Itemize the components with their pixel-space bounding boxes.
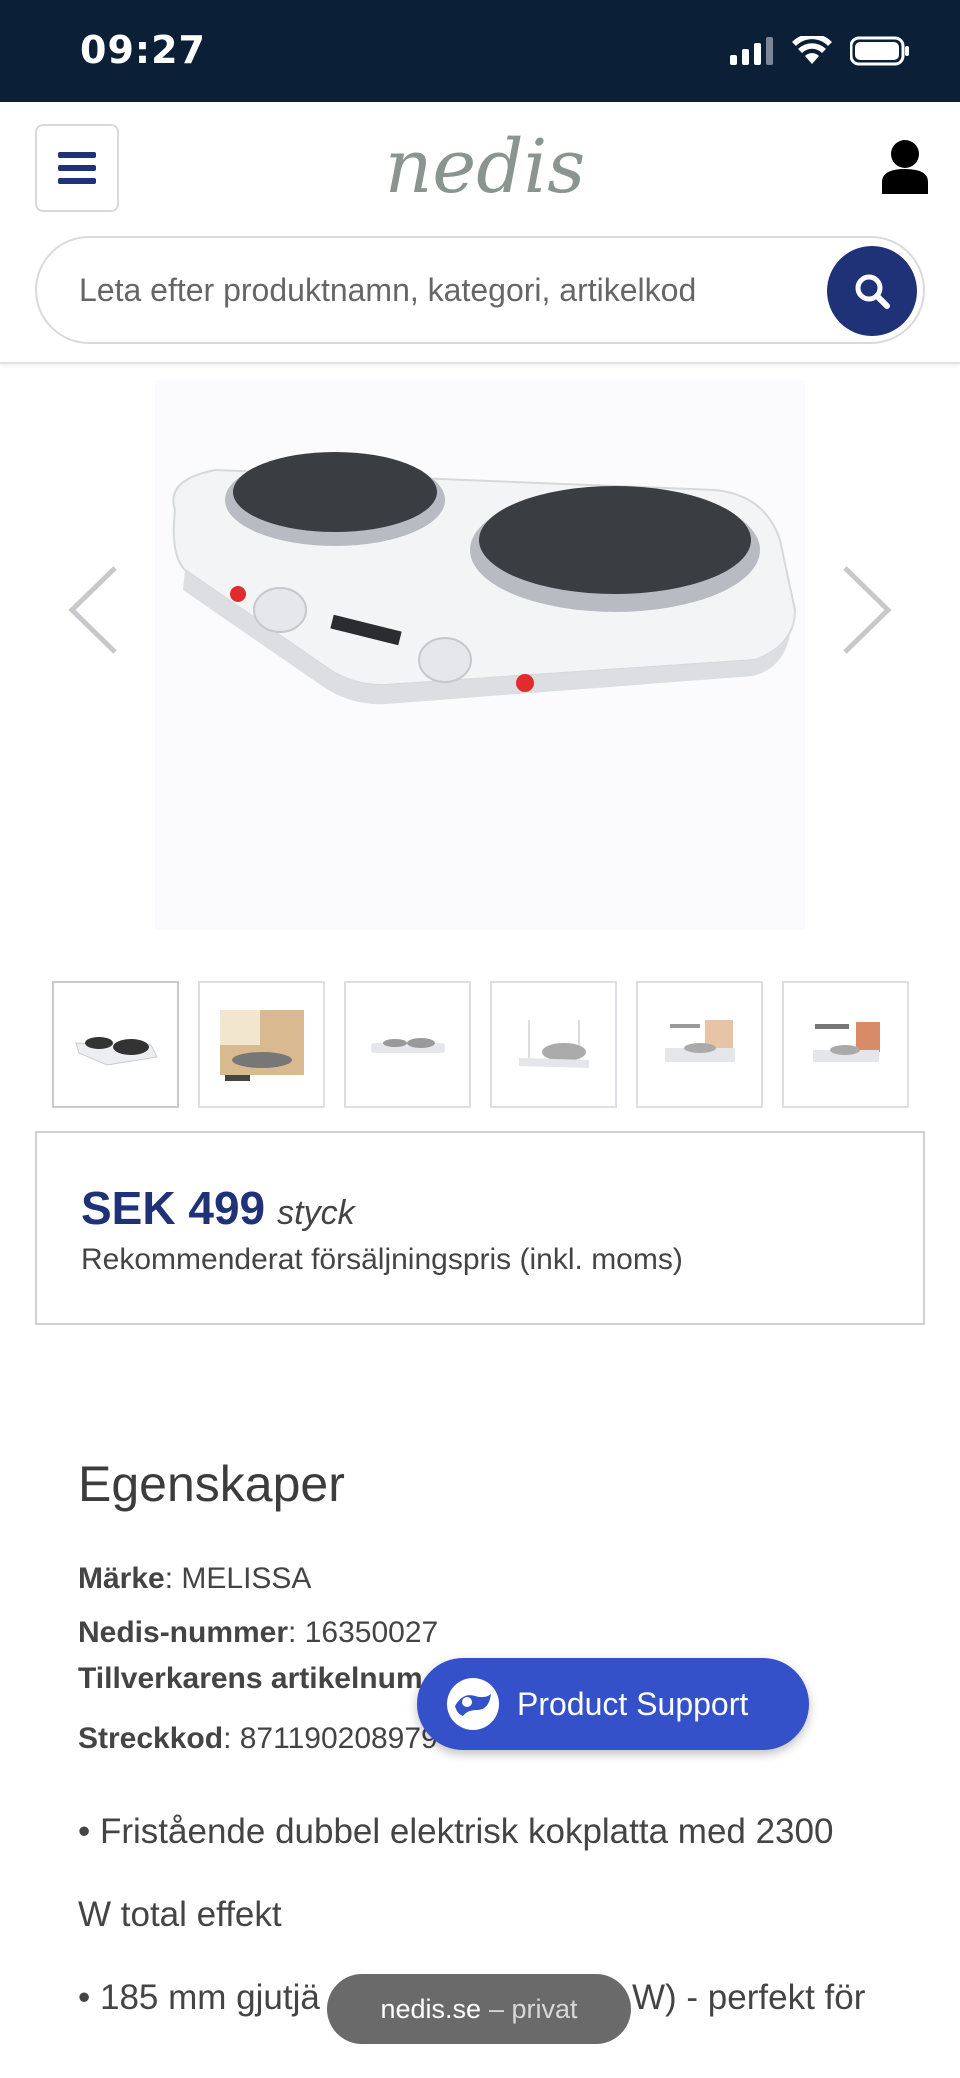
wifi-icon bbox=[792, 36, 832, 64]
search-input[interactable] bbox=[79, 262, 839, 318]
nedis-logo[interactable]: nedis bbox=[340, 122, 630, 222]
menu-icon-bar bbox=[58, 178, 96, 184]
site-header: nedis bbox=[0, 102, 960, 364]
property-brand: Märke: MELISSA bbox=[78, 1562, 311, 1596]
property-label: Märke bbox=[78, 1562, 165, 1595]
thumbnail-5[interactable] bbox=[636, 981, 763, 1108]
thumbnail-1[interactable] bbox=[52, 981, 179, 1108]
feature-line: W) - perfekt för bbox=[632, 1978, 866, 2017]
next-image-arrow-icon[interactable] bbox=[830, 560, 900, 660]
hamburger-menu-button[interactable] bbox=[35, 124, 119, 212]
browser-domain: nedis.se bbox=[380, 1993, 482, 2024]
support-chat-icon bbox=[447, 1678, 499, 1730]
product-support-label: Product Support bbox=[517, 1685, 749, 1722]
property-label: Nedis-nummer bbox=[78, 1616, 289, 1649]
thumbnail-strip bbox=[52, 981, 909, 1108]
product-image[interactable] bbox=[155, 380, 805, 930]
price-unit: styck bbox=[277, 1194, 355, 1232]
price-box: SEK 499 styck Rekommenderat försäljnings… bbox=[35, 1131, 925, 1325]
price-value: SEK 499 bbox=[81, 1182, 266, 1234]
property-manufacturer-number: Tillverkarens artikelnum bbox=[78, 1662, 423, 1696]
property-value: : 16350027 bbox=[288, 1616, 439, 1649]
battery-icon bbox=[850, 36, 909, 66]
svg-text:nedis: nedis bbox=[385, 124, 585, 210]
search-button[interactable] bbox=[827, 246, 917, 336]
thumbnail-2[interactable] bbox=[198, 981, 325, 1108]
property-nedis-number: Nedis-nummer: 16350027 bbox=[78, 1616, 438, 1650]
property-value: : 871190208979 bbox=[223, 1722, 438, 1755]
price-line: SEK 499 styck bbox=[81, 1181, 355, 1235]
property-label: Tillverkarens artikelnum bbox=[78, 1662, 423, 1695]
feature-line: • 185 mm gjutjä bbox=[78, 1978, 320, 2017]
search-bar bbox=[35, 236, 925, 344]
feature-line: • Fristående dubbel elektrisk kokplatta … bbox=[78, 1812, 834, 1851]
property-value: : MELISSA bbox=[164, 1562, 312, 1595]
price-note: Rekommenderat försäljningspris (inkl. mo… bbox=[81, 1243, 683, 1276]
feature-line: W total effekt bbox=[78, 1895, 282, 1934]
thumbnail-3[interactable] bbox=[344, 981, 471, 1108]
status-icons bbox=[730, 36, 910, 66]
account-icon[interactable] bbox=[880, 138, 930, 194]
properties-heading: Egenskaper bbox=[78, 1456, 345, 1512]
search-icon bbox=[855, 274, 890, 309]
property-barcode: Streckkod: 871190208979 bbox=[78, 1722, 438, 1756]
thumbnail-6[interactable] bbox=[782, 981, 909, 1108]
browser-domain-pill[interactable]: nedis.se – privat bbox=[327, 1974, 631, 2044]
status-time: 09:27 bbox=[80, 28, 206, 72]
status-bar: 09:27 bbox=[0, 0, 960, 102]
product-support-button[interactable]: Product Support bbox=[417, 1658, 809, 1750]
menu-icon-bar bbox=[58, 165, 96, 171]
menu-icon-bar bbox=[58, 152, 96, 158]
thumbnail-4[interactable] bbox=[490, 981, 617, 1108]
property-label: Streckkod bbox=[78, 1722, 224, 1755]
browser-mode: – privat bbox=[489, 1993, 578, 2024]
previous-image-arrow-icon[interactable] bbox=[60, 560, 130, 660]
cellular-signal-icon bbox=[730, 37, 773, 65]
